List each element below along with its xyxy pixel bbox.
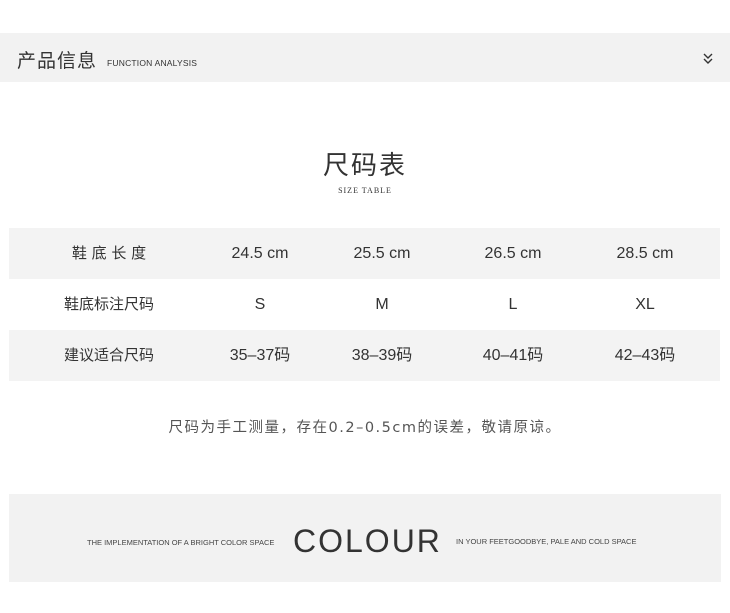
table-row: 鞋底标注尺码 S M L XL	[9, 279, 720, 330]
size-table-subtitle: SIZE TABLE	[338, 186, 392, 195]
table-cell: 40–41码	[482, 347, 544, 364]
banner-right-text: IN YOUR FEETGOODBYE, PALE AND COLD SPACE	[456, 537, 637, 546]
table-cell: 26.5 cm	[484, 245, 542, 262]
table-cell: 28.5 cm	[616, 245, 674, 262]
colour-banner: THE IMPLEMENTATION OF A BRIGHT COLOR SPA…	[9, 494, 721, 582]
table-cell: M	[375, 296, 389, 313]
header-title: 产品信息	[17, 50, 98, 72]
row-label: 建议适合尺码	[63, 346, 154, 364]
header-subtitle: FUNCTION ANALYSIS	[107, 58, 198, 68]
table-row: 建议适合尺码 35–37码 38–39码 40–41码 42–43码	[9, 330, 720, 381]
table-row: 鞋 底 长 度 24.5 cm 25.5 cm 26.5 cm 28.5 cm	[9, 228, 720, 279]
table-cell: 35–37码	[229, 347, 291, 364]
table-cell: XL	[635, 296, 655, 313]
row-label: 鞋 底 长 度	[71, 244, 147, 262]
product-info-header[interactable]: 产品信息 FUNCTION ANALYSIS	[0, 33, 730, 82]
table-cell: 25.5 cm	[353, 245, 411, 262]
table-cell: 24.5 cm	[231, 245, 289, 262]
row-label: 鞋底标注尺码	[63, 295, 154, 313]
measurement-note: 尺码为手工测量，存在0.2–0.5cm的误差，敬请原谅。	[168, 420, 562, 436]
table-cell: L	[508, 296, 518, 313]
size-table-title: 尺码表	[322, 151, 407, 181]
banner-left-text: THE IMPLEMENTATION OF A BRIGHT COLOR SPA…	[87, 538, 275, 547]
table-cell: S	[254, 296, 266, 313]
table-cell: 38–39码	[351, 347, 413, 364]
size-table: 鞋 底 长 度 24.5 cm 25.5 cm 26.5 cm 28.5 cm …	[9, 228, 720, 381]
table-cell: 42–43码	[614, 347, 676, 364]
banner-main-text: COLOUR	[293, 523, 442, 559]
double-chevron-down-icon[interactable]	[701, 50, 715, 66]
